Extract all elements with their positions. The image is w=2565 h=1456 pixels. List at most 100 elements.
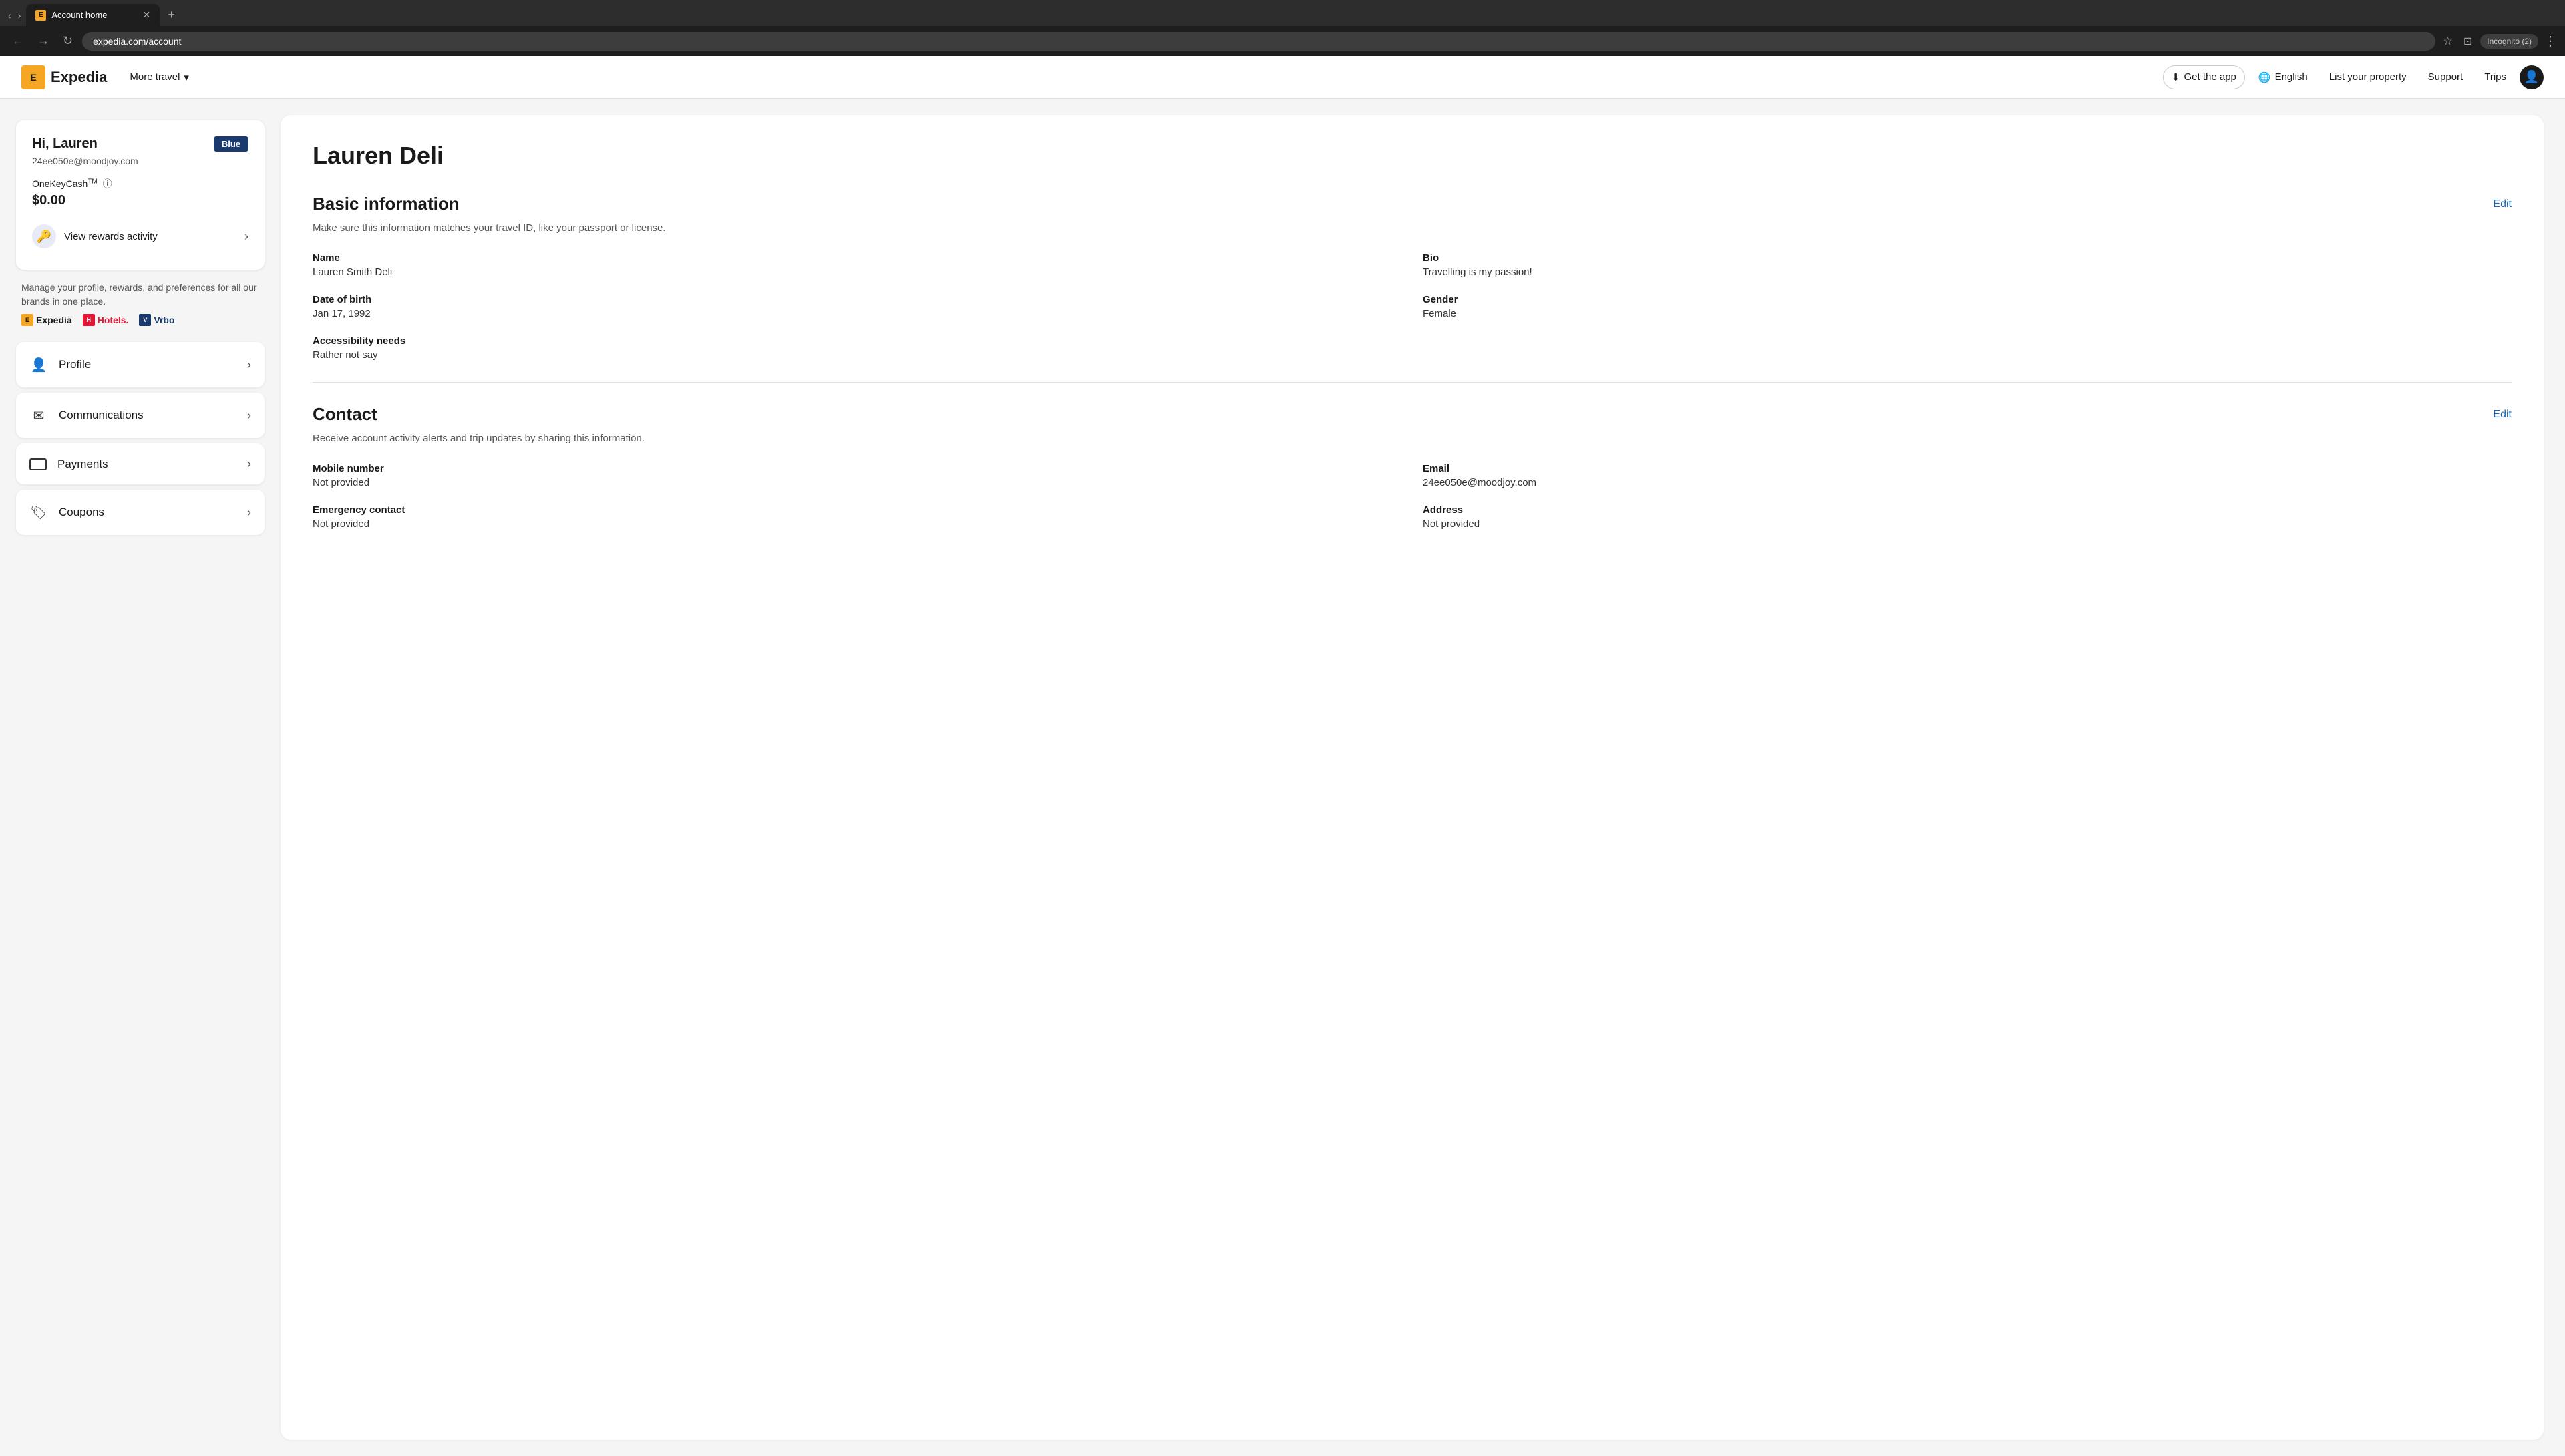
- toolbar-icons: ☆ ⊡ Incognito (2) ⋮: [2441, 32, 2557, 51]
- support-label: Support: [2428, 71, 2463, 83]
- forward-button[interactable]: →: [33, 31, 53, 51]
- sidebar-item-profile[interactable]: 👤 Profile ›: [16, 342, 265, 387]
- hotels-brand-icon: H: [83, 314, 95, 326]
- tab-title: Account home: [51, 10, 137, 20]
- header-nav: ⬇ Get the app 🌐 English List your proper…: [2163, 65, 2544, 89]
- tab-navigation: ‹ ›: [5, 7, 23, 23]
- address-field: Address Not provided: [1423, 504, 2512, 530]
- dob-label: Date of birth: [313, 294, 1401, 305]
- profile-nav-label: Profile: [59, 358, 236, 371]
- logo-text: Expedia: [51, 69, 107, 86]
- sidebar-nav-menu: 👤 Profile › ✉ Communications › Payments …: [16, 342, 265, 535]
- tab-arrow-left: ‹: [5, 7, 14, 23]
- section-divider: [313, 382, 2512, 383]
- emergency-field: Emergency contact Not provided: [313, 504, 1401, 530]
- list-property-link[interactable]: List your property: [2321, 66, 2415, 88]
- globe-icon: 🌐: [2258, 71, 2271, 83]
- profile-button[interactable]: 👤: [2520, 65, 2544, 89]
- basic-info-title: Basic information: [313, 194, 460, 214]
- get-app-link[interactable]: ⬇ Get the app: [2163, 65, 2245, 89]
- new-tab-button[interactable]: +: [162, 5, 180, 25]
- manage-section: Manage your profile, rewards, and prefer…: [16, 281, 265, 331]
- dob-field: Date of birth Jan 17, 1992: [313, 294, 1401, 319]
- sidebar-item-coupons[interactable]: 🏷 Coupons ›: [16, 490, 265, 535]
- reload-button[interactable]: ↻: [59, 31, 77, 51]
- split-screen-icon[interactable]: ⊡: [2461, 32, 2475, 51]
- incognito-badge[interactable]: Incognito (2): [2480, 34, 2538, 49]
- expedia-brand-icon: E: [21, 314, 33, 326]
- trips-label: Trips: [2484, 71, 2506, 83]
- contact-title: Contact: [313, 404, 377, 425]
- emergency-value: Not provided: [313, 518, 1401, 530]
- bio-label: Bio: [1423, 252, 2512, 264]
- browser-chrome: ‹ › E Account home ✕ + ← → ↻ ☆ ⊡ Incogni…: [0, 0, 2565, 56]
- gender-value: Female: [1423, 308, 2512, 319]
- list-property-label: List your property: [2329, 71, 2407, 83]
- basic-info-section: Basic information Edit Make sure this in…: [313, 194, 2512, 361]
- chevron-down-icon: ▾: [184, 71, 189, 83]
- browser-menu-button[interactable]: ⋮: [2544, 33, 2557, 49]
- tier-badge: Blue: [214, 136, 248, 152]
- info-icon[interactable]: ⓘ: [103, 178, 112, 189]
- site-header: E Expedia More travel ▾ ⬇ Get the app 🌐 …: [0, 56, 2565, 99]
- tab-close-button[interactable]: ✕: [143, 9, 151, 21]
- brand-logos: E Expedia H Hotels. V Vrbo: [19, 309, 262, 331]
- vrbo-brand-label: Vrbo: [154, 315, 174, 325]
- name-value: Lauren Smith Deli: [313, 266, 1401, 278]
- sidebar: Hi, Lauren Blue 24ee050e@moodjoy.com One…: [0, 99, 281, 1456]
- expedia-logo[interactable]: E Expedia: [21, 65, 107, 89]
- basic-info-edit-button[interactable]: Edit: [2493, 198, 2512, 210]
- trademark-symbol: TM: [88, 178, 97, 185]
- payments-nav-icon: [29, 458, 47, 470]
- email-field: Email 24ee050e@moodjoy.com: [1423, 463, 2512, 488]
- bookmark-icon[interactable]: ☆: [2441, 32, 2455, 51]
- expedia-brand-label: Expedia: [36, 315, 72, 325]
- mobile-label: Mobile number: [313, 463, 1401, 474]
- rewards-icon: 🔑: [32, 224, 56, 248]
- user-email: 24ee050e@moodjoy.com: [32, 156, 248, 166]
- address-bar[interactable]: [82, 32, 2435, 51]
- trips-link[interactable]: Trips: [2476, 66, 2514, 88]
- dob-value: Jan 17, 1992: [313, 308, 1401, 319]
- back-button[interactable]: ←: [8, 31, 28, 51]
- browser-toolbar: ← → ↻ ☆ ⊡ Incognito (2) ⋮: [0, 26, 2565, 56]
- address-value: Not provided: [1423, 518, 2512, 530]
- onekey-amount: $0.00: [32, 193, 248, 208]
- basic-info-desc: Make sure this information matches your …: [313, 222, 2512, 234]
- accessibility-field: Accessibility needs Rather not say: [313, 335, 1401, 361]
- language-link[interactable]: 🌐 English: [2250, 66, 2316, 89]
- emergency-label: Emergency contact: [313, 504, 1401, 516]
- page: E Expedia More travel ▾ ⬇ Get the app 🌐 …: [0, 56, 2565, 1456]
- contact-edit-button[interactable]: Edit: [2493, 409, 2512, 421]
- communications-nav-icon: ✉: [29, 406, 48, 425]
- coupons-chevron-icon: ›: [247, 506, 251, 520]
- mobile-value: Not provided: [313, 477, 1401, 488]
- coupons-nav-label: Coupons: [59, 506, 236, 519]
- tab-arrow-right: ›: [15, 7, 24, 23]
- contact-info-grid: Mobile number Not provided Email 24ee050…: [313, 463, 2512, 530]
- more-travel-button[interactable]: More travel ▾: [123, 67, 196, 87]
- tab-favicon: E: [35, 10, 46, 21]
- basic-info-header: Basic information Edit: [313, 194, 2512, 214]
- manage-text: Manage your profile, rewards, and prefer…: [19, 281, 262, 309]
- active-tab[interactable]: E Account home ✕: [26, 4, 160, 26]
- gender-label: Gender: [1423, 294, 2512, 305]
- email-label: Email: [1423, 463, 2512, 474]
- payments-nav-label: Payments: [57, 458, 236, 471]
- sidebar-item-payments[interactable]: Payments ›: [16, 443, 265, 484]
- contact-desc: Receive account activity alerts and trip…: [313, 433, 2512, 444]
- get-app-label: Get the app: [2184, 71, 2236, 83]
- contact-section: Contact Edit Receive account activity al…: [313, 404, 2512, 530]
- download-icon: ⬇: [2172, 71, 2180, 83]
- user-card: Hi, Lauren Blue 24ee050e@moodjoy.com One…: [16, 120, 265, 270]
- support-link[interactable]: Support: [2420, 66, 2471, 88]
- logo-icon: E: [21, 65, 45, 89]
- expedia-brand: E Expedia: [21, 314, 72, 326]
- sidebar-item-communications[interactable]: ✉ Communications ›: [16, 393, 265, 438]
- view-rewards-link[interactable]: 🔑 View rewards activity ›: [32, 219, 248, 254]
- accessibility-value: Rather not say: [313, 349, 1401, 361]
- payments-chevron-icon: ›: [247, 457, 251, 471]
- hotels-brand: H Hotels.: [83, 314, 129, 326]
- communications-chevron-icon: ›: [247, 409, 251, 423]
- contact-header: Contact Edit: [313, 404, 2512, 425]
